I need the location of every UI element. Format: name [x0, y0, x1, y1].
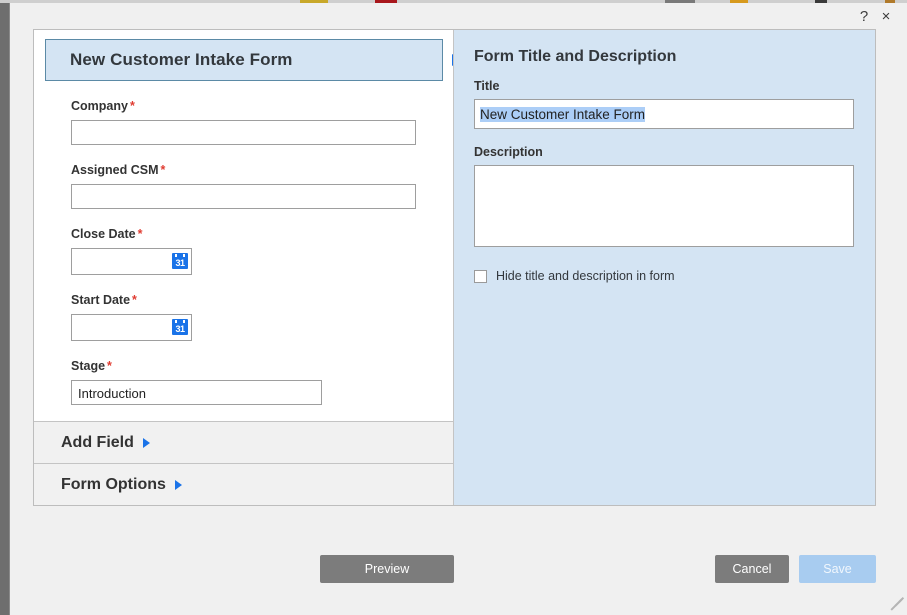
field-label-stage: Stage * [71, 359, 443, 373]
close-date-wrapper: 31 [71, 248, 192, 275]
field-close-date: Close Date * 31 [34, 227, 453, 275]
start-date-wrapper: 31 [71, 314, 192, 341]
field-company: Company * [34, 99, 453, 145]
help-icon[interactable]: ? [853, 5, 875, 27]
required-marker: * [129, 99, 135, 113]
hide-title-checkbox-label: Hide title and description in form [496, 269, 675, 283]
field-label-close-date: Close Date * [71, 227, 443, 241]
title-field-label: Title [474, 79, 500, 93]
properties-pane: Form Title and Description Title Descrip… [454, 30, 875, 505]
accordion-label: Add Field [61, 433, 134, 451]
field-label-text: Close Date [71, 227, 136, 241]
resize-grip[interactable] [889, 596, 905, 613]
field-label-assigned-csm: Assigned CSM * [71, 163, 443, 177]
window-titlebar: ? × [10, 3, 907, 29]
save-button[interactable]: Save [799, 555, 876, 583]
properties-heading: Form Title and Description [474, 48, 677, 65]
preview-button[interactable]: Preview [320, 555, 454, 583]
hide-title-checkbox[interactable] [474, 269, 487, 283]
triangle-right-icon [174, 479, 182, 490]
stage-select[interactable]: Introduction [71, 380, 322, 405]
page-left-edge [0, 3, 9, 615]
hide-title-checkbox-row[interactable]: Hide title and description in form [474, 269, 854, 283]
calendar-icon[interactable]: 31 [172, 253, 188, 269]
field-label-company: Company * [71, 99, 443, 113]
accordion-label: Form Options [61, 475, 166, 493]
form-canvas-pane: New Customer Intake Form Company * Assign… [34, 30, 454, 505]
field-stage: Stage * Introduction [34, 359, 453, 405]
triangle-right-icon [142, 437, 150, 448]
calendar-day-number: 31 [175, 324, 185, 334]
required-marker: * [132, 293, 137, 307]
page-left-edge-line [9, 3, 10, 615]
field-label-text: Assigned CSM [71, 163, 159, 177]
title-input[interactable] [474, 99, 854, 129]
required-marker: * [160, 163, 166, 177]
field-start-date: Start Date * 31 [34, 293, 453, 341]
calendar-day-number: 31 [175, 258, 185, 268]
dialog-window: ? × New Customer Intake Form Company * As… [0, 0, 907, 615]
required-marker: * [137, 227, 143, 241]
description-field-label: Description [474, 145, 543, 159]
accordion-add-field[interactable]: Add Field [34, 421, 453, 463]
field-label-start-date: Start Date * [71, 293, 443, 307]
description-textarea[interactable] [474, 165, 854, 247]
field-label-text: Start Date [71, 293, 131, 307]
field-label-text: Company [71, 99, 128, 113]
cancel-button[interactable]: Cancel [715, 555, 789, 583]
selection-arrow-icon [452, 54, 453, 66]
assigned-csm-input[interactable] [71, 184, 416, 209]
dialog-footer: Preview Cancel Save [33, 506, 876, 606]
required-marker: * [107, 359, 112, 373]
company-input[interactable] [71, 120, 416, 145]
form-scroll-area[interactable]: New Customer Intake Form Company * Assign… [34, 30, 453, 421]
selected-title-block[interactable]: New Customer Intake Form [45, 39, 453, 81]
field-assigned-csm: Assigned CSM * [34, 163, 453, 209]
close-icon[interactable]: × [875, 5, 897, 27]
form-builder-dialog: New Customer Intake Form Company * Assign… [33, 29, 876, 506]
form-title-text: New Customer Intake Form [70, 50, 293, 69]
accordion-form-options[interactable]: Form Options [34, 463, 453, 505]
field-label-text: Stage [71, 359, 106, 373]
calendar-icon[interactable]: 31 [172, 319, 188, 335]
